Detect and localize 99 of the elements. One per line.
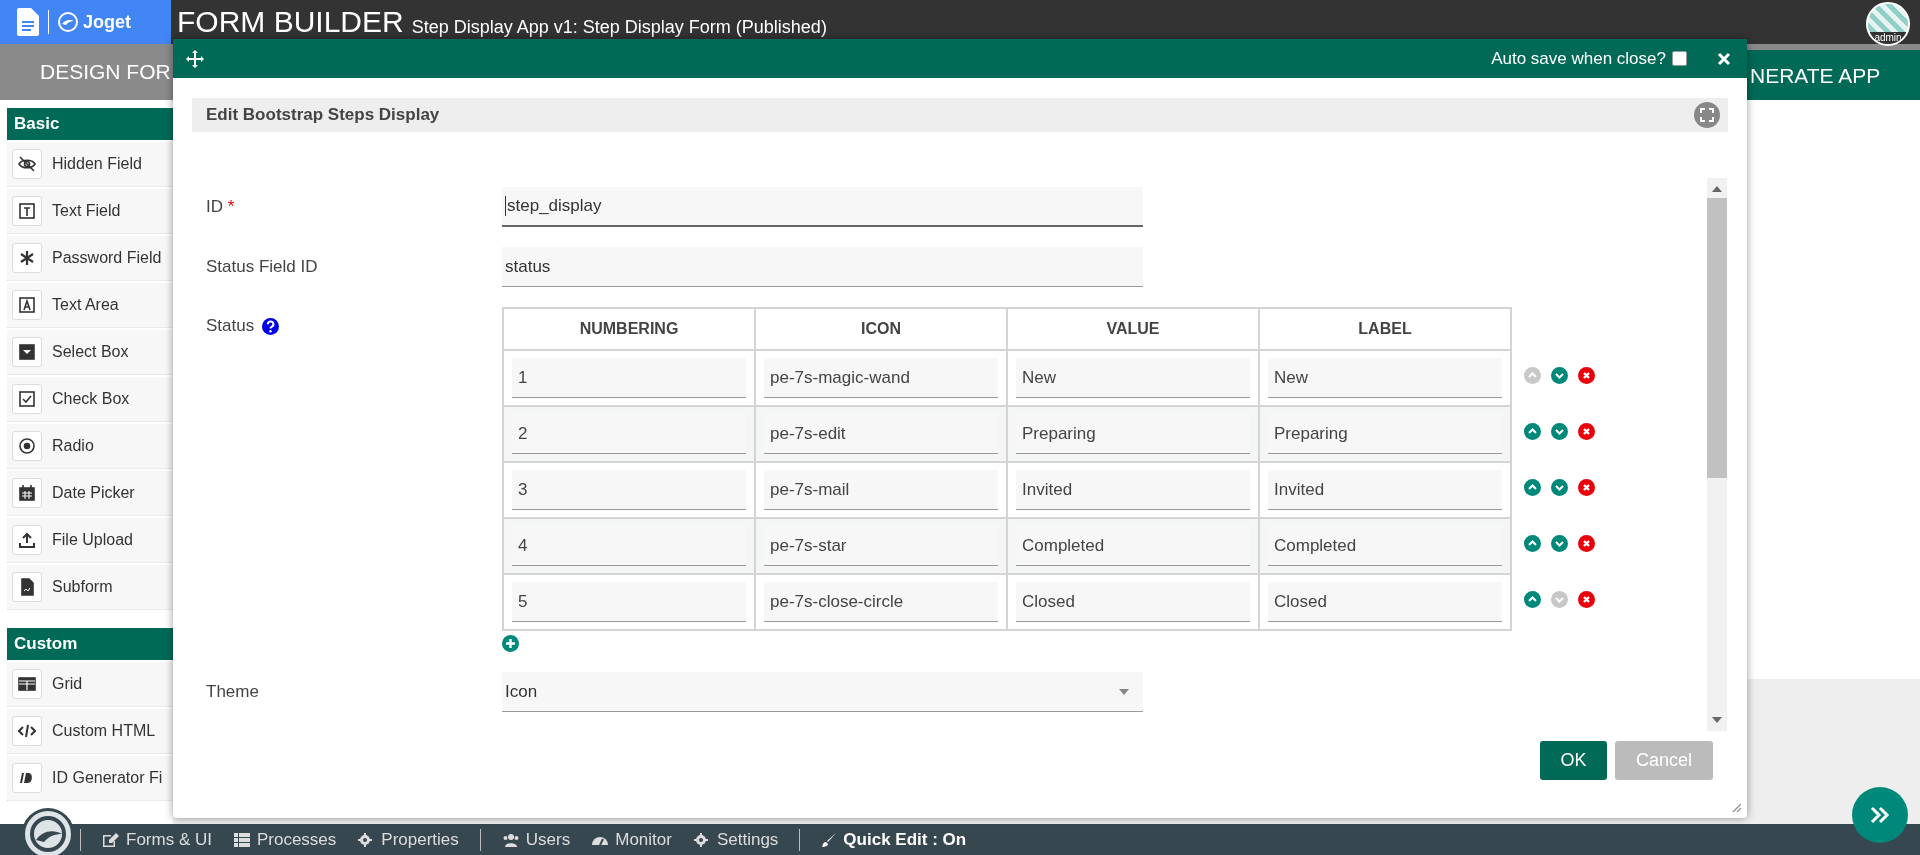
cell-input[interactable]: Invited: [1268, 470, 1502, 510]
help-icon[interactable]: [262, 317, 280, 335]
nav-link[interactable]: Users: [501, 829, 571, 850]
id-input[interactable]: step_display: [502, 187, 1143, 227]
form-subtitle: Step Display App v1: Step Display Form (Published): [411, 16, 827, 38]
palette-item[interactable]: Date Picker: [7, 471, 173, 516]
cell-input[interactable]: New: [1016, 358, 1250, 398]
field-icon: [12, 290, 42, 320]
logo-icon: [58, 12, 78, 32]
move-up-icon[interactable]: [1524, 422, 1541, 440]
status-field-input[interactable]: status: [502, 247, 1143, 287]
field-icon: [12, 716, 42, 746]
move-down-icon[interactable]: [1551, 478, 1568, 496]
nav-link[interactable]: Properties: [357, 829, 459, 850]
cell-input[interactable]: pe-7s-magic-wand: [764, 358, 998, 398]
palette-item[interactable]: File Upload: [7, 518, 173, 563]
auto-save-label: Auto save when close?: [1491, 48, 1666, 69]
column-header: ICON: [755, 308, 1007, 350]
column-header: LABEL: [1259, 308, 1511, 350]
palette-heading: Basic: [7, 108, 173, 140]
dropdown-caret-icon: [1119, 688, 1129, 695]
close-icon[interactable]: [1717, 51, 1731, 66]
field-icon: [12, 478, 42, 508]
field-label: ID *: [206, 197, 236, 217]
move-down-icon[interactable]: [1551, 422, 1568, 440]
auto-save-checkbox[interactable]: [1672, 51, 1687, 66]
field-icon: [12, 525, 42, 555]
palette-item[interactable]: Radio: [7, 424, 173, 469]
field-icon: [12, 669, 42, 699]
field-icon: [12, 572, 42, 602]
app-title: FORM BUILDER: [177, 5, 404, 39]
delete-icon[interactable]: [1578, 590, 1595, 608]
move-up-icon[interactable]: [1524, 534, 1541, 552]
palette-item[interactable]: Password Field: [7, 236, 173, 281]
double-chevron-icon: [1869, 804, 1891, 826]
quick-edit-toggle[interactable]: Quick Edit : On: [821, 829, 967, 850]
user-avatar[interactable]: admin: [1866, 2, 1910, 46]
nav-link[interactable]: Settings: [692, 829, 779, 850]
move-icon[interactable]: [186, 49, 204, 68]
delete-icon[interactable]: [1578, 478, 1595, 496]
move-up-icon[interactable]: [1524, 590, 1541, 608]
cell-input[interactable]: 1: [512, 358, 746, 398]
resize-grip-icon[interactable]: [1731, 802, 1741, 812]
fullscreen-icon[interactable]: [1694, 102, 1720, 128]
brush-icon: [821, 831, 838, 848]
move-down-icon[interactable]: [1551, 366, 1568, 384]
scroll-down-icon[interactable]: [1712, 717, 1722, 723]
cell-input[interactable]: Closed: [1016, 582, 1250, 622]
cell-input[interactable]: Closed: [1268, 582, 1502, 622]
edit-icon: [102, 831, 120, 848]
palette-item[interactable]: ID Generator Fi: [7, 756, 173, 801]
delete-icon[interactable]: [1578, 534, 1595, 552]
gears-icon: [692, 831, 711, 848]
field-icon: [12, 384, 42, 414]
scrollbar[interactable]: [1707, 178, 1727, 731]
scroll-up-icon[interactable]: [1712, 186, 1722, 192]
palette-item[interactable]: Text Area: [7, 283, 173, 328]
delete-icon[interactable]: [1578, 366, 1595, 384]
delete-icon[interactable]: [1578, 422, 1595, 440]
users-icon: [501, 831, 520, 848]
field-label: Status Field ID: [206, 257, 319, 277]
add-row-icon[interactable]: [502, 635, 519, 652]
field-label: Status: [206, 316, 255, 336]
ok-button[interactable]: OK: [1540, 741, 1607, 780]
cell-input[interactable]: pe-7s-mail: [764, 470, 998, 510]
theme-select[interactable]: Icon: [502, 672, 1143, 712]
brand-name: Joget: [83, 11, 131, 33]
dialog-title: Edit Bootstrap Steps Display: [206, 105, 440, 125]
cell-input[interactable]: pe-7s-close-circle: [764, 582, 998, 622]
field-icon: [12, 149, 42, 179]
cell-input[interactable]: 3: [512, 470, 746, 510]
palette-item[interactable]: Custom HTML: [7, 709, 173, 754]
move-down-icon[interactable]: [1551, 534, 1568, 552]
field-icon: [12, 243, 42, 273]
palette-item[interactable]: Subform: [7, 565, 173, 610]
nav-link[interactable]: Monitor: [591, 829, 672, 850]
cell-input[interactable]: 5: [512, 582, 746, 622]
field-icon: [12, 431, 42, 461]
move-up-icon[interactable]: [1524, 478, 1541, 496]
palette-item[interactable]: Check Box: [7, 377, 173, 422]
palette-item[interactable]: Hidden Field: [7, 142, 173, 187]
cell-input[interactable]: Invited: [1016, 470, 1250, 510]
palette-item[interactable]: Select Box: [7, 330, 173, 375]
user-name: admin: [1870, 32, 1906, 44]
palette-heading: Custom: [7, 628, 173, 660]
palette-item[interactable]: Text Field: [7, 189, 173, 234]
nav-link[interactable]: Forms & UI: [102, 829, 212, 850]
field-icon: [12, 763, 42, 793]
column-header: NUMBERING: [503, 308, 755, 350]
nav-link[interactable]: Processes: [232, 829, 337, 850]
palette-item[interactable]: Grid: [7, 662, 173, 707]
column-header: VALUE: [1007, 308, 1259, 350]
document-icon[interactable]: [17, 8, 39, 36]
generate-tab[interactable]: NERATE APP: [1747, 50, 1920, 102]
field-icon: [12, 196, 42, 226]
cell-input[interactable]: New: [1268, 358, 1502, 398]
list-icon: [232, 831, 251, 848]
field-icon: [12, 337, 42, 367]
field-label: Theme: [206, 682, 260, 702]
